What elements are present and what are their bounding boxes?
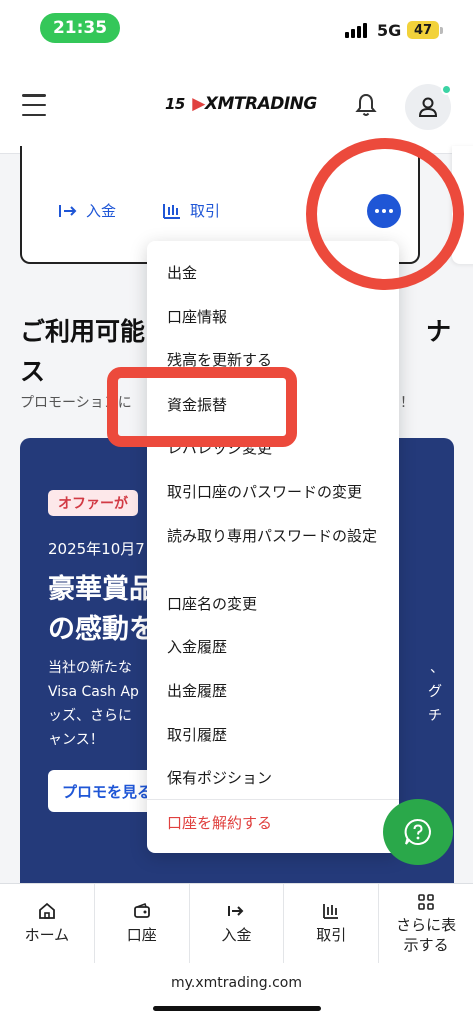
logo-text: XMTRADING <box>204 94 318 114</box>
menu-divider <box>147 799 399 800</box>
menu-item-rename-account[interactable]: 口座名の変更 <box>167 592 387 616</box>
signal-icon <box>345 23 367 38</box>
chart-icon <box>323 904 339 919</box>
nav-trade[interactable]: 取引 <box>284 884 380 963</box>
url-text: my.xmtrading.com <box>170 975 302 991</box>
section-title-end: ナ <box>426 317 452 346</box>
nav-home-label: ホーム <box>24 926 70 944</box>
menu-item-read-only-password[interactable]: 読み取り専用パスワードの設定 <box>167 524 379 549</box>
trade-button[interactable]: 取引 <box>162 200 220 221</box>
menu-item-close-account[interactable]: 口座を解約する <box>167 811 387 835</box>
nav-more[interactable]: さらに表示する <box>379 884 473 963</box>
status-bar: 21:35 5G 47 <box>0 0 473 56</box>
highlight-circle-annotation <box>306 138 464 290</box>
grid-icon <box>418 893 434 910</box>
menu-item-change-trading-password[interactable]: 取引口座のパスワードの変更 <box>167 480 387 504</box>
nav-home[interactable]: ホーム <box>0 884 95 963</box>
logo-badge: 15 <box>165 95 185 113</box>
nav-more-label: さらに表示する <box>396 915 457 954</box>
nav-deposit-label: 入金 <box>221 926 252 944</box>
xm-logo[interactable]: 15 ▶XMTRADING <box>165 94 317 114</box>
logo-chevron: ▶ <box>192 94 205 114</box>
promo-text-r1: 、 <box>430 660 444 676</box>
promo-date: 2025年10月7 <box>48 540 145 558</box>
nav-accounts-label: 口座 <box>126 926 157 944</box>
offer-badge: オファーが <box>48 490 138 516</box>
battery-icon: 47 <box>407 21 439 39</box>
status-time: 21:35 <box>40 13 120 43</box>
browser-url-bar[interactable]: my.xmtrading.com <box>0 963 473 1024</box>
nav-deposit[interactable]: 入金 <box>190 884 285 963</box>
network-type: 5G <box>377 21 402 40</box>
trade-label: 取引 <box>190 202 221 220</box>
nav-trade-label: 取引 <box>316 926 347 944</box>
promo-text-r2: グ <box>428 684 442 700</box>
battery-tip <box>440 27 443 34</box>
section-subtitle-end: ！ <box>400 395 414 411</box>
online-status-dot <box>441 84 452 95</box>
menu-item-account-info[interactable]: 口座情報 <box>167 305 387 329</box>
nav-accounts[interactable]: 口座 <box>95 884 190 963</box>
deposit-icon <box>228 906 244 916</box>
bell-icon[interactable] <box>354 92 378 118</box>
menu-item-withdrawal-history[interactable]: 出金履歴 <box>167 679 387 703</box>
menu-item-deposit-history[interactable]: 入金履歴 <box>167 635 387 659</box>
bottom-navigation: ホーム 口座 入金 取引 さらに表示する <box>0 883 473 963</box>
chart-icon <box>163 203 180 219</box>
home-icon <box>38 902 55 919</box>
highlight-rect-annotation <box>107 367 297 447</box>
menu-icon[interactable] <box>22 94 46 116</box>
menu-item-trade-history[interactable]: 取引履歴 <box>167 723 387 747</box>
help-chat-icon <box>404 818 431 845</box>
account-options-menu: 出金 口座情報 残高を更新する 資金振替 レバレッジ変更 取引口座のパスワードの… <box>147 241 399 853</box>
deposit-label: 入金 <box>86 202 117 220</box>
section-title-line2: ス <box>20 357 46 386</box>
deposit-button[interactable]: 入金 <box>58 200 116 221</box>
menu-item-open-positions[interactable]: 保有ポジション <box>167 766 387 790</box>
section-title-start: ご利用可能 <box>20 317 146 346</box>
promo-text-r3: チ <box>428 708 442 724</box>
help-chat-button[interactable] <box>383 799 453 865</box>
wallet-icon <box>133 902 150 918</box>
home-indicator <box>153 1006 321 1011</box>
deposit-icon <box>59 204 77 217</box>
